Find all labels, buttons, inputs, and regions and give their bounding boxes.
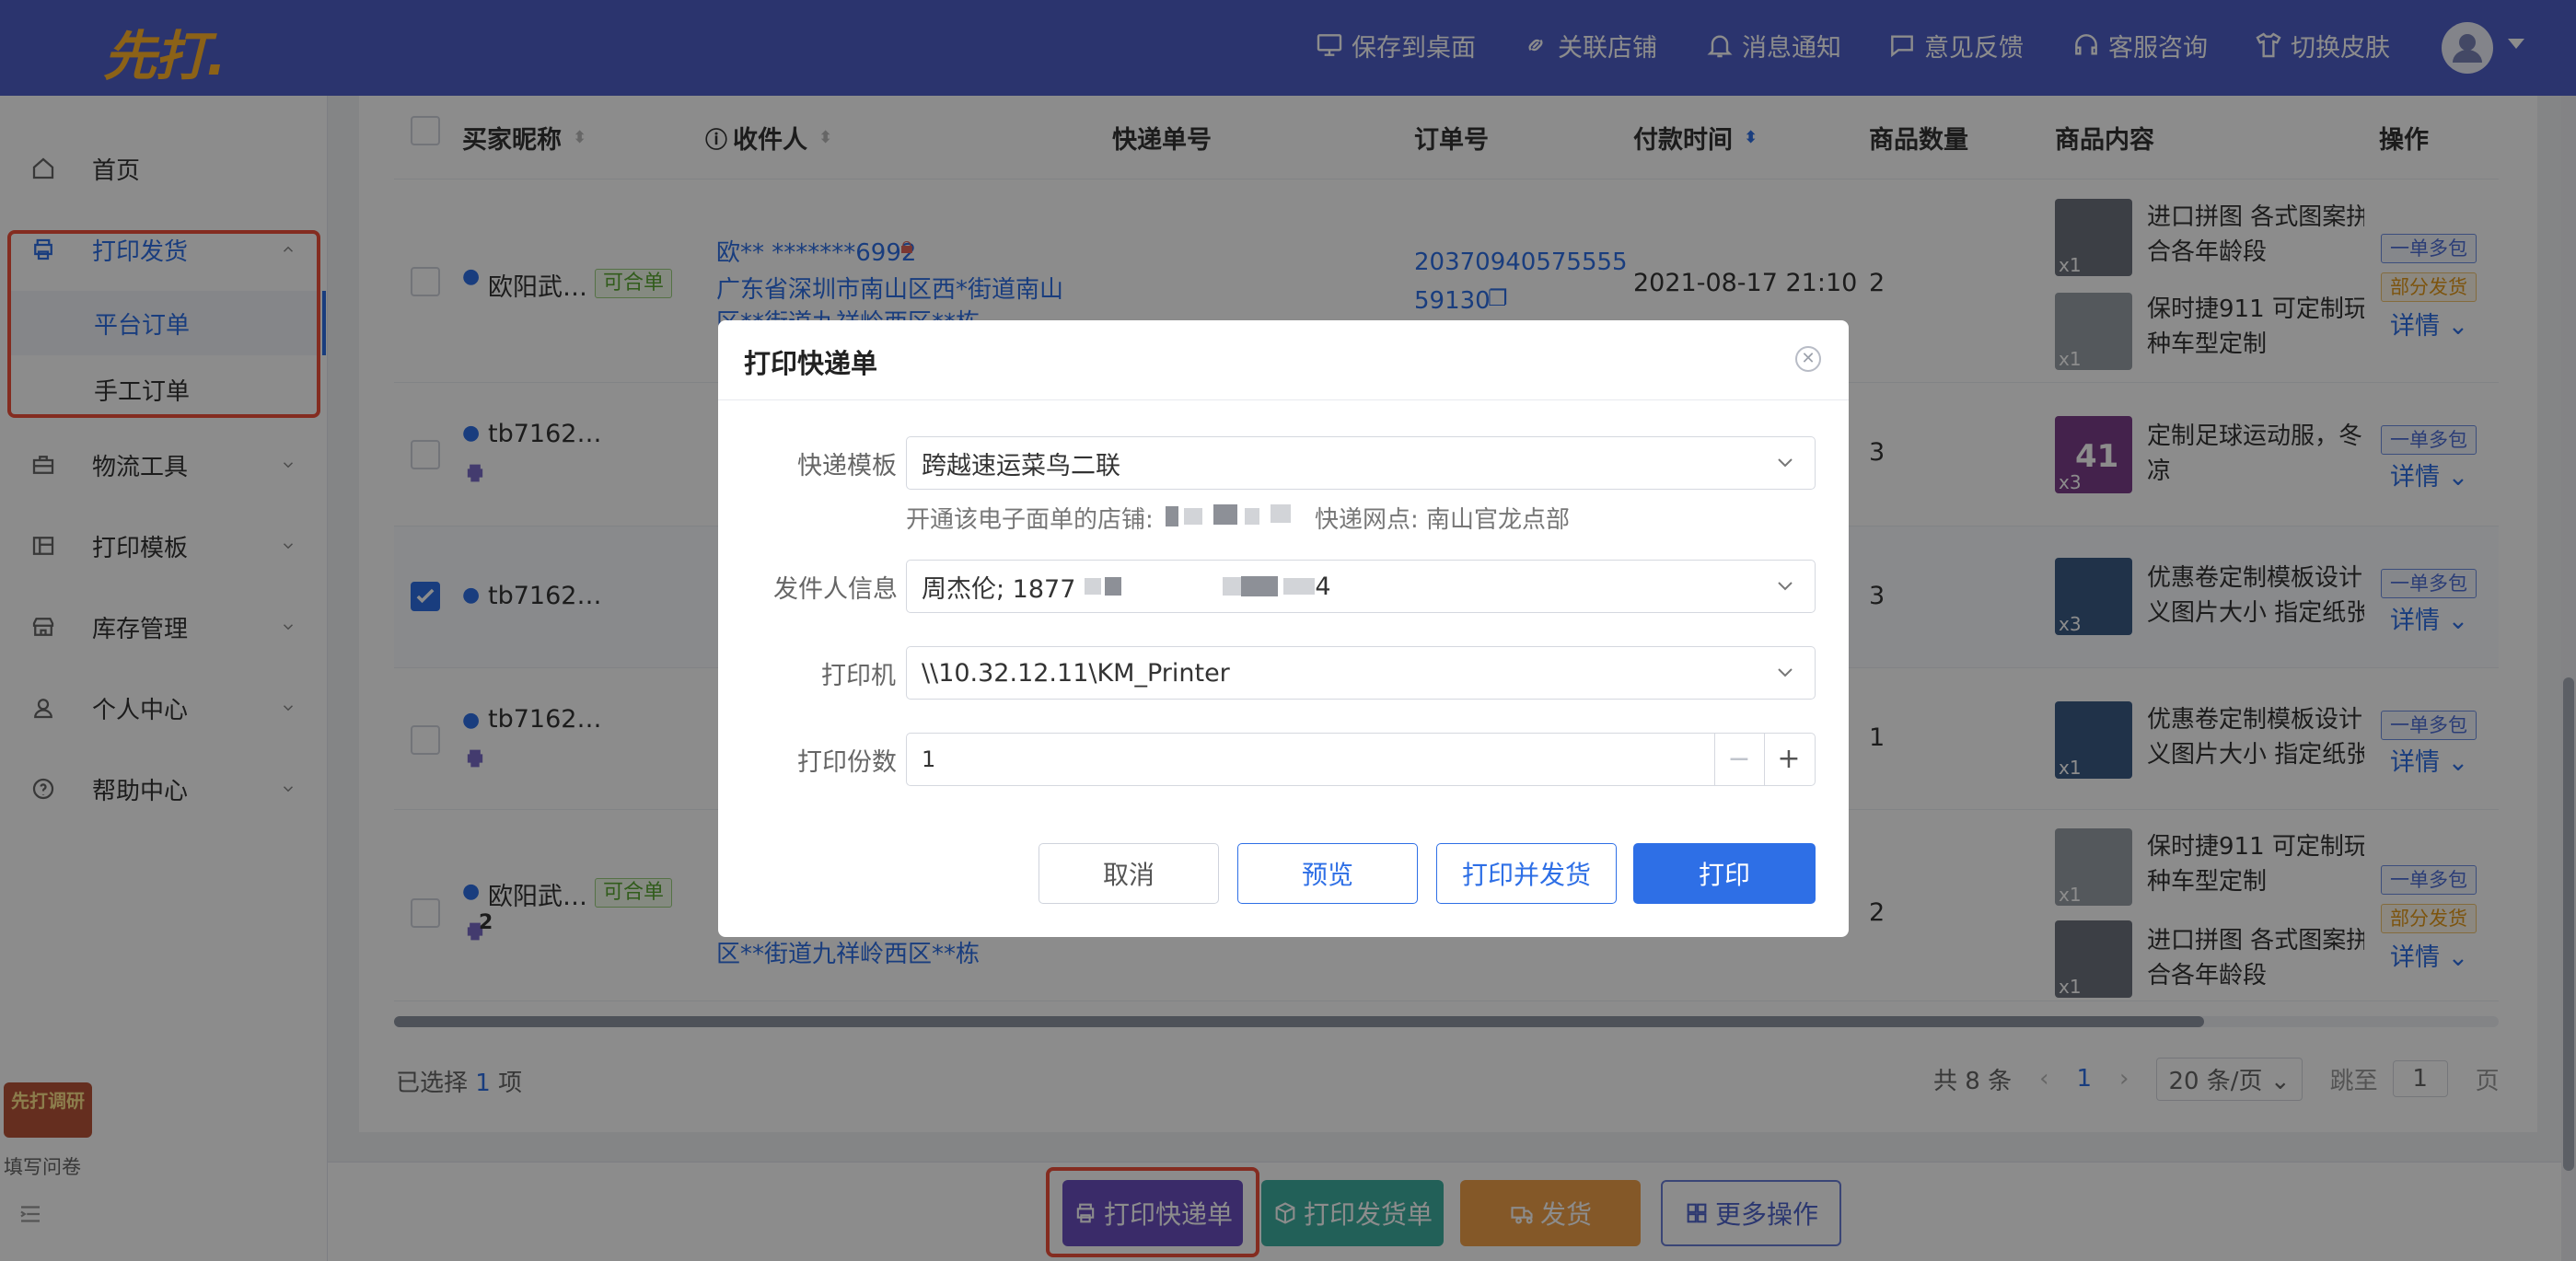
print-button[interactable]: 打印 <box>1633 843 1816 904</box>
printer-select[interactable]: \\10.32.12.11\KM_Printer <box>906 646 1816 700</box>
increment-icon[interactable]: + <box>1764 734 1814 785</box>
printer-value: \\10.32.12.11\KM_Printer <box>922 658 1230 688</box>
shop-hint: 开通该电子面单的店铺: <box>906 506 1154 534</box>
masked-shop-name <box>1271 504 1291 523</box>
dialog-divider <box>718 399 1849 400</box>
template-select[interactable]: 跨越速运菜鸟二联 <box>906 436 1816 490</box>
copies-value: 1 <box>922 746 936 772</box>
sender-value-tail: 4 <box>1315 572 1331 601</box>
sender-select[interactable]: 周杰伦; 1877 4 <box>906 560 1816 613</box>
cancel-button[interactable]: 取消 <box>1039 843 1219 904</box>
masked-shop-name <box>1166 506 1178 526</box>
masked-phone <box>1241 576 1279 596</box>
sender-value: 周杰伦; 1877 <box>922 574 1076 604</box>
masked-shop-name <box>1213 504 1237 525</box>
masked-shop-name <box>1184 508 1202 525</box>
print-and-ship-button[interactable]: 打印并发货 <box>1436 843 1617 904</box>
close-icon[interactable]: ✕ <box>1795 346 1821 372</box>
template-value: 跨越速运菜鸟二联 <box>922 451 1120 480</box>
masked-phone <box>1223 577 1242 596</box>
chevron-down-icon <box>1778 668 1793 677</box>
chevron-down-icon <box>1778 582 1793 591</box>
chevron-down-icon <box>1778 458 1793 468</box>
sender-label: 发件人信息 <box>773 575 898 604</box>
printer-label: 打印机 <box>821 662 896 690</box>
copies-input[interactable]: 1 <box>906 733 1816 786</box>
preview-button[interactable]: 预览 <box>1237 843 1418 904</box>
outlet-hint: 快递网点: 南山官龙点部 <box>1315 506 1571 534</box>
decrement-icon[interactable]: − <box>1714 734 1764 785</box>
masked-phone <box>1283 578 1316 595</box>
masked-phone <box>1085 578 1102 595</box>
dialog-title: 打印快递单 <box>744 348 878 379</box>
copies-label: 打印份数 <box>797 748 897 777</box>
masked-shop-name <box>1245 508 1259 525</box>
masked-phone <box>1158 578 1223 595</box>
template-label: 快递模板 <box>797 452 897 480</box>
masked-phone <box>1105 577 1122 596</box>
